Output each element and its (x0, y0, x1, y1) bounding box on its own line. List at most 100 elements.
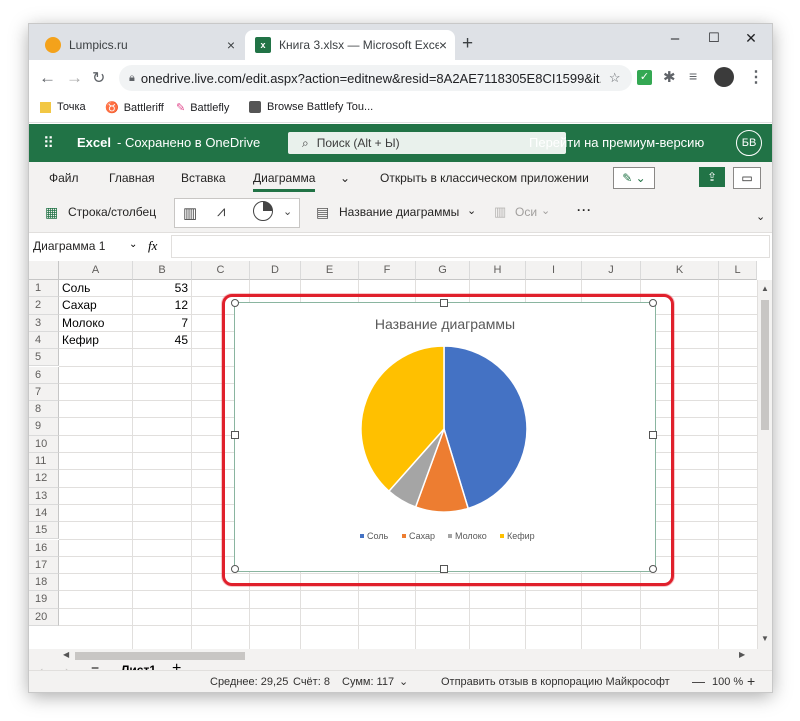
more-options-button[interactable]: ··· (577, 203, 592, 217)
editing-mode-button[interactable]: ✎ ⌄ (613, 167, 655, 189)
tab-insert[interactable]: Вставка (181, 171, 226, 185)
row-header[interactable]: 9 (29, 418, 59, 436)
tab-lumpics[interactable]: Lumpics.ru × (35, 30, 243, 60)
cell-value[interactable]: 12 (133, 297, 188, 314)
media-queue-icon[interactable]: ≡ (689, 68, 697, 84)
name-box[interactable]: Диаграмма 1 (33, 239, 105, 253)
select-all-corner[interactable] (29, 261, 59, 280)
resize-handle[interactable] (440, 565, 448, 573)
bookmark-battlefy[interactable]: Browse Battlefy Tou... (249, 101, 373, 113)
bookmark-tochka[interactable]: Точка (40, 101, 86, 113)
row-header[interactable]: 6 (29, 366, 59, 384)
chart-title-button[interactable]: Название диаграммы (339, 205, 459, 219)
row-header[interactable]: 12 (29, 470, 59, 488)
row-header[interactable]: 4 (29, 331, 59, 350)
scrollbar-thumb[interactable] (761, 300, 769, 430)
premium-link[interactable]: Перейти на премиум-версию (529, 135, 704, 150)
profile-avatar[interactable] (714, 67, 734, 87)
row-header[interactable]: 8 (29, 401, 59, 419)
resize-handle[interactable] (231, 299, 239, 307)
resize-handle[interactable] (231, 431, 239, 439)
bookmark-star-icon[interactable]: ☆ (609, 70, 621, 86)
row-header[interactable]: 14 (29, 504, 59, 523)
legend-label[interactable]: Молоко (455, 531, 487, 541)
row-column-button[interactable]: Строка/столбец (68, 205, 156, 219)
cell-value[interactable]: 45 (133, 332, 188, 349)
row-header[interactable]: 11 (29, 453, 59, 471)
cell-value[interactable]: 53 (133, 280, 188, 297)
extension-check-icon[interactable]: ✓ (637, 70, 652, 85)
row-header[interactable]: 17 (29, 556, 59, 575)
search-box[interactable]: ⌕ Поиск (Alt + Ы) (288, 132, 566, 154)
row-header[interactable]: 18 (29, 574, 59, 592)
scroll-right-icon[interactable]: ▶ (739, 650, 745, 659)
minimize-button[interactable]: – (660, 30, 690, 47)
horizontal-scrollbar[interactable]: ◀ ▶ (61, 650, 751, 661)
open-desktop-app[interactable]: Открыть в классическом приложении (380, 171, 589, 185)
column-header[interactable]: L (719, 261, 757, 280)
share-icon[interactable]: ⇪ (699, 167, 725, 187)
feedback-link[interactable]: Отправить отзыв в корпорацию Майкрософт (441, 676, 670, 688)
row-header[interactable]: 20 (29, 608, 59, 626)
tab-chart[interactable]: Диаграмма (253, 171, 316, 192)
reload-icon[interactable]: ↻ (92, 68, 105, 88)
column-header[interactable]: D (250, 261, 301, 280)
row-header[interactable]: 2 (29, 297, 59, 315)
formula-input[interactable] (171, 235, 770, 258)
legend-label[interactable]: Сахар (409, 531, 435, 541)
column-header[interactable]: J (582, 261, 641, 280)
tab-home[interactable]: Главная (109, 171, 155, 185)
worksheet-grid[interactable]: ABCDEFGHIJKL 1 2 3 4 5 6 7 8 9 10 11 12 13 14 15 16 17 18… (29, 261, 772, 649)
close-tab-icon[interactable]: × (227, 37, 235, 53)
close-window-button[interactable]: ✕ (736, 30, 766, 47)
axes-chevron-icon[interactable]: ⌄ (541, 204, 550, 217)
close-tab-icon[interactable]: × (439, 37, 447, 53)
forward-arrow-icon[interactable]: → (66, 68, 83, 88)
tab-file[interactable]: Файл (49, 171, 79, 185)
column-header[interactable]: K (641, 261, 719, 280)
zoom-in-button[interactable]: + (747, 673, 755, 689)
row-header[interactable]: 15 (29, 522, 59, 540)
resize-handle[interactable] (231, 565, 239, 573)
chart-title[interactable]: Название диаграммы (375, 316, 515, 332)
tab-excel[interactable]: x Книга 3.xlsx — Microsoft Excel O × (245, 30, 455, 60)
row-header[interactable]: 5 (29, 349, 59, 367)
column-header[interactable]: I (526, 261, 582, 280)
chart-title-chevron-icon[interactable]: ⌄ (467, 204, 476, 217)
browser-menu-icon[interactable]: ⋮ (748, 67, 764, 87)
maximize-button[interactable]: ☐ (699, 30, 729, 46)
new-tab-button[interactable]: + (462, 33, 473, 55)
row-header[interactable]: 3 (29, 314, 59, 332)
bookmark-battleriff[interactable]: ♉ Battleriff (105, 101, 164, 115)
hscroll-thumb[interactable] (75, 652, 245, 660)
cell-label[interactable]: Сахар (62, 297, 97, 314)
column-header[interactable]: H (470, 261, 526, 280)
legend-label[interactable]: Соль (367, 531, 389, 541)
resize-handle[interactable] (649, 565, 657, 573)
comments-icon[interactable]: ▭ (733, 167, 761, 189)
back-arrow-icon[interactable]: ← (39, 68, 56, 88)
status-chevron-icon[interactable]: ⌄ (399, 675, 408, 688)
row-header[interactable]: 19 (29, 591, 59, 609)
row-header[interactable]: 1 (29, 280, 59, 298)
user-avatar[interactable]: БВ (736, 130, 762, 156)
column-header[interactable]: C (192, 261, 250, 280)
more-charts-chevron-icon[interactable]: ⌄ (283, 205, 292, 218)
resize-handle[interactable] (649, 299, 657, 307)
column-header[interactable]: E (301, 261, 359, 280)
legend-label[interactable]: Кефир (507, 531, 535, 541)
address-bar[interactable]: 🔒︎ onedrive.live.com/edit.aspx?action=ed… (119, 65, 632, 91)
vertical-scrollbar[interactable]: ▲ ▼ (757, 280, 772, 649)
row-header[interactable]: 16 (29, 539, 59, 557)
line-chart-icon[interactable]: ⩘ (217, 203, 225, 220)
cell-label[interactable]: Молоко (62, 315, 104, 332)
resize-handle[interactable] (649, 431, 657, 439)
pie-chart-icon[interactable] (253, 201, 273, 221)
zoom-out-button[interactable]: — (692, 674, 705, 689)
column-header[interactable]: B (133, 261, 192, 280)
cell-value[interactable]: 7 (133, 315, 188, 332)
scroll-left-icon[interactable]: ◀ (63, 650, 69, 659)
column-header[interactable]: G (416, 261, 470, 280)
bookmark-battlefly[interactable]: ✎ Battlefly (176, 101, 229, 115)
save-status[interactable]: - Сохранено в OneDrive (117, 135, 260, 150)
